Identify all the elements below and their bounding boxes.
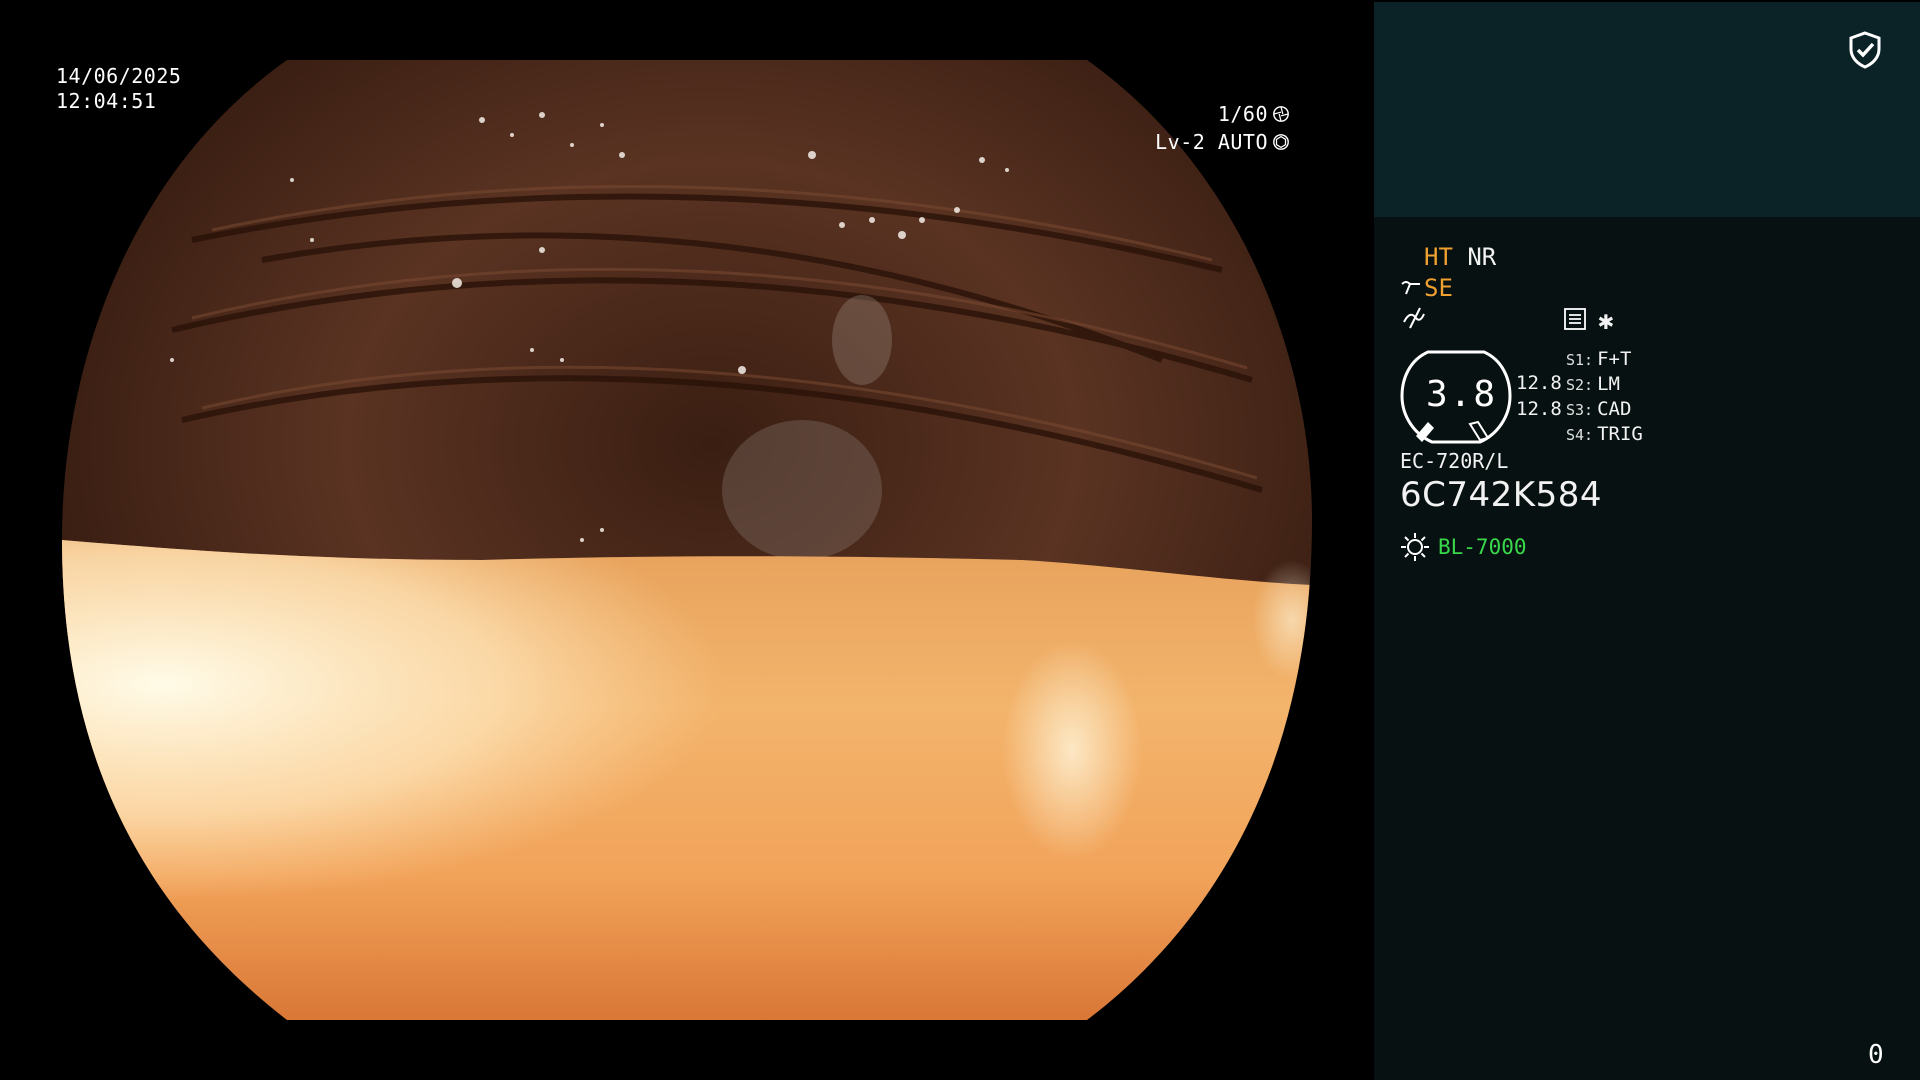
sun-icon [1401, 533, 1429, 561]
shutter-text: 1/60 [1217, 101, 1268, 126]
datetime-readout: 14/06/2025 12:04:51 [56, 64, 181, 114]
scope-serial: 6C742K584 [1400, 475, 1602, 515]
switch-key: S4: [1566, 426, 1594, 444]
no-signal-icon [1403, 307, 1425, 329]
ht-indicator: HT [1424, 243, 1453, 271]
gauge-reading-1: 12.8 [1516, 372, 1562, 394]
switch-value: F+T [1597, 348, 1632, 370]
switch-key: S1: [1566, 351, 1594, 369]
switch-value: TRIG [1597, 423, 1643, 445]
se-indicator: SE [1424, 274, 1453, 302]
mode-row: HT NR [1424, 243, 1496, 271]
level-text: Lv-2 AUTO [1155, 129, 1268, 154]
gauge-reading-2: 12.8 [1516, 398, 1562, 420]
asterisk-icon: ✱ [1598, 306, 1614, 336]
light-source-label: BL-7000 [1438, 535, 1527, 559]
switch-key: S3: [1566, 401, 1594, 419]
switch-row-s3: S3: CAD [1566, 398, 1643, 423]
switch-value: LM [1597, 373, 1620, 395]
switch-key: S2: [1566, 376, 1594, 394]
switch-row-s2: S2: LM [1566, 373, 1643, 398]
scope-model: EC-720R/L [1400, 449, 1509, 473]
switch-value: CAD [1597, 398, 1632, 420]
menu-icon[interactable] [1564, 308, 1586, 330]
shield-check-icon[interactable] [1846, 30, 1884, 70]
frame-counter: 0 [1868, 1040, 1884, 1070]
date-text: 14/06/2025 [56, 64, 182, 88]
curve-icon [1401, 281, 1420, 295]
exposure-readout: 1/60 Lv-2 AUTO [1155, 100, 1290, 156]
time-text: 12:04:51 [56, 89, 157, 113]
iris-icon [1273, 134, 1289, 150]
se-row: SE [1400, 274, 1453, 302]
switch-row-s1: S1: F+T [1566, 348, 1643, 373]
switch-assignments: S1: F+T S2: LM S3: CAD S4: TRIG [1566, 348, 1643, 448]
light-source-row: BL-7000 [1400, 532, 1527, 562]
gauge-value: 3.8 [1426, 374, 1498, 415]
nr-indicator: NR [1467, 243, 1497, 271]
endoscope-view [62, 60, 1312, 1020]
shutter-icon [1273, 106, 1289, 122]
panel-header [1374, 2, 1920, 217]
switch-row-s4: S4: TRIG [1566, 423, 1643, 448]
status-panel [1374, 217, 1920, 1080]
